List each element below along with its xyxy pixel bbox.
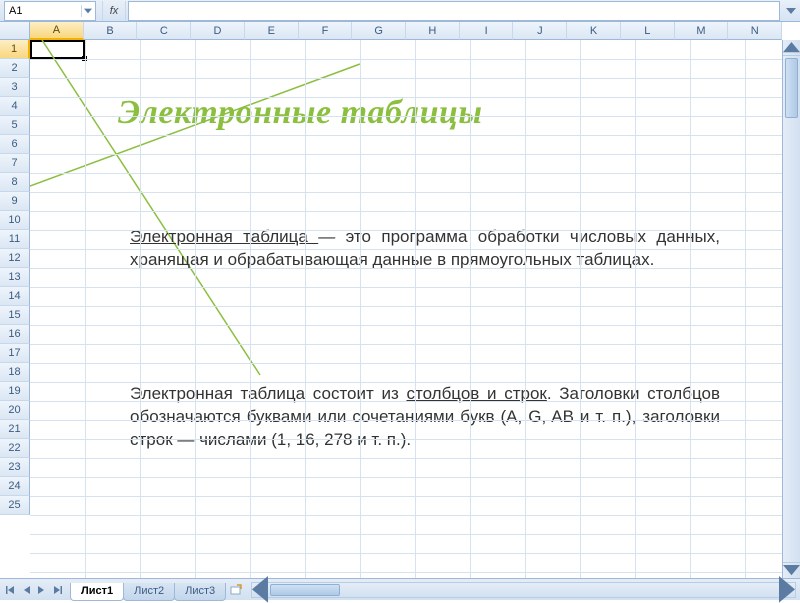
tab-nav-next-icon[interactable] xyxy=(34,581,50,599)
row-header[interactable]: 9 xyxy=(0,192,30,211)
row-headers: 1234567891011121314151617181920212223242… xyxy=(0,40,30,578)
row-header[interactable]: 10 xyxy=(0,211,30,230)
column-headers: ABCDEFGHIJKLMN xyxy=(30,22,782,40)
horizontal-scroll-thumb[interactable] xyxy=(270,584,340,596)
horizontal-scrollbar[interactable] xyxy=(251,582,796,598)
column-header[interactable]: C xyxy=(137,22,191,40)
column-header[interactable]: I xyxy=(460,22,514,40)
sheet-tab-bar: Лист1Лист2Лист3 xyxy=(0,578,800,600)
row-header[interactable]: 20 xyxy=(0,401,30,420)
scroll-left-button[interactable] xyxy=(252,583,268,597)
row-header[interactable]: 6 xyxy=(0,135,30,154)
row-header[interactable]: 17 xyxy=(0,344,30,363)
row-header[interactable]: 2 xyxy=(0,59,30,78)
row-header[interactable]: 12 xyxy=(0,249,30,268)
row-header[interactable]: 7 xyxy=(0,154,30,173)
name-box-value: A1 xyxy=(9,5,22,17)
insert-function-button[interactable]: fx xyxy=(102,1,126,21)
spreadsheet-grid: ABCDEFGHIJKLMN 1234567891011121314151617… xyxy=(0,22,800,578)
row-header[interactable]: 1 xyxy=(0,40,30,59)
cells-area[interactable]: Электронные таблицы Электронная таблица … xyxy=(30,40,782,578)
column-header[interactable]: H xyxy=(406,22,460,40)
column-header[interactable]: A xyxy=(30,22,84,40)
formula-bar-expand-icon[interactable] xyxy=(782,6,800,16)
scroll-up-button[interactable] xyxy=(783,40,800,56)
row-header[interactable]: 18 xyxy=(0,363,30,382)
column-header[interactable]: G xyxy=(352,22,406,40)
scroll-right-button[interactable] xyxy=(779,583,795,597)
vertical-scrollbar[interactable] xyxy=(782,40,800,578)
sheet-tab[interactable]: Лист1 xyxy=(70,583,124,601)
column-header[interactable]: B xyxy=(84,22,138,40)
column-header[interactable]: J xyxy=(513,22,567,40)
name-box[interactable]: A1 xyxy=(4,1,96,21)
row-header[interactable]: 23 xyxy=(0,458,30,477)
row-header[interactable]: 5 xyxy=(0,116,30,135)
row-header[interactable]: 19 xyxy=(0,382,30,401)
row-header[interactable]: 4 xyxy=(0,97,30,116)
formula-bar: A1 fx xyxy=(0,0,800,22)
select-all-corner[interactable] xyxy=(0,22,30,40)
column-header[interactable]: L xyxy=(621,22,675,40)
row-header[interactable]: 21 xyxy=(0,420,30,439)
row-header[interactable]: 13 xyxy=(0,268,30,287)
column-header[interactable]: K xyxy=(567,22,621,40)
decorative-line xyxy=(30,40,790,578)
row-header[interactable]: 15 xyxy=(0,306,30,325)
column-header[interactable]: E xyxy=(245,22,299,40)
vertical-scroll-thumb[interactable] xyxy=(785,58,798,118)
row-header[interactable]: 16 xyxy=(0,325,30,344)
column-header[interactable]: D xyxy=(191,22,245,40)
row-header[interactable]: 14 xyxy=(0,287,30,306)
sheet-tabs: Лист1Лист2Лист3 xyxy=(70,579,225,601)
row-header[interactable]: 22 xyxy=(0,439,30,458)
tab-nav-prev-icon[interactable] xyxy=(18,581,34,599)
name-box-dropdown-icon[interactable] xyxy=(81,5,93,17)
column-header[interactable]: F xyxy=(299,22,353,40)
sheet-tab[interactable]: Лист3 xyxy=(174,583,226,601)
row-header[interactable]: 25 xyxy=(0,496,30,515)
row-header[interactable]: 8 xyxy=(0,173,30,192)
fx-icon: fx xyxy=(110,5,119,17)
column-header[interactable]: M xyxy=(675,22,729,40)
formula-input[interactable] xyxy=(128,1,780,21)
row-header[interactable]: 11 xyxy=(0,230,30,249)
tab-nav-last-icon[interactable] xyxy=(50,581,66,599)
tab-nav-buttons xyxy=(0,581,66,599)
row-header[interactable]: 3 xyxy=(0,78,30,97)
column-header[interactable]: N xyxy=(728,22,782,40)
sheet-tab[interactable]: Лист2 xyxy=(123,583,175,601)
tab-nav-first-icon[interactable] xyxy=(2,581,18,599)
row-header[interactable]: 24 xyxy=(0,477,30,496)
new-sheet-button[interactable] xyxy=(225,584,247,596)
